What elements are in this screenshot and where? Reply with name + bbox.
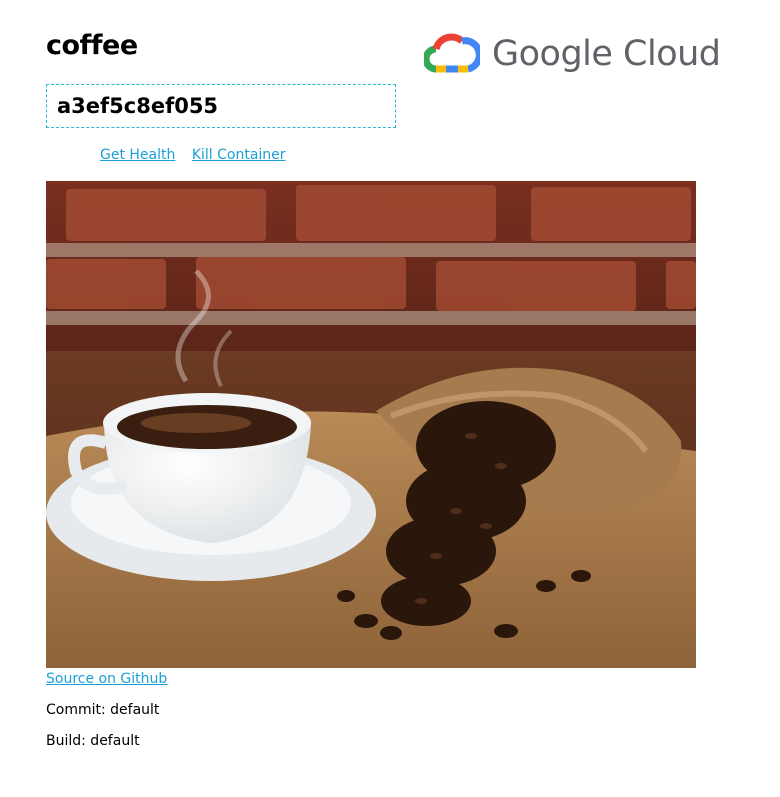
coffee-photo [46,181,696,668]
get-health-link[interactable]: Get Health [100,147,175,163]
google-cloud-brand: Google Cloud [424,28,721,80]
source-on-github-link[interactable]: Source on Github [46,671,167,687]
google-cloud-logo-icon [424,33,480,73]
coffee-photo-illustration [46,181,696,668]
page-title: coffee [46,30,138,61]
kill-container-link[interactable]: Kill Container [192,147,286,163]
commit-info: Commit: default [46,702,160,718]
hostname-display: a3ef5c8ef055 [46,84,396,128]
build-info: Build: default [46,733,140,749]
action-links: Get Health Kill Container [100,147,298,163]
brand-wordmark: Google Cloud [492,34,721,74]
